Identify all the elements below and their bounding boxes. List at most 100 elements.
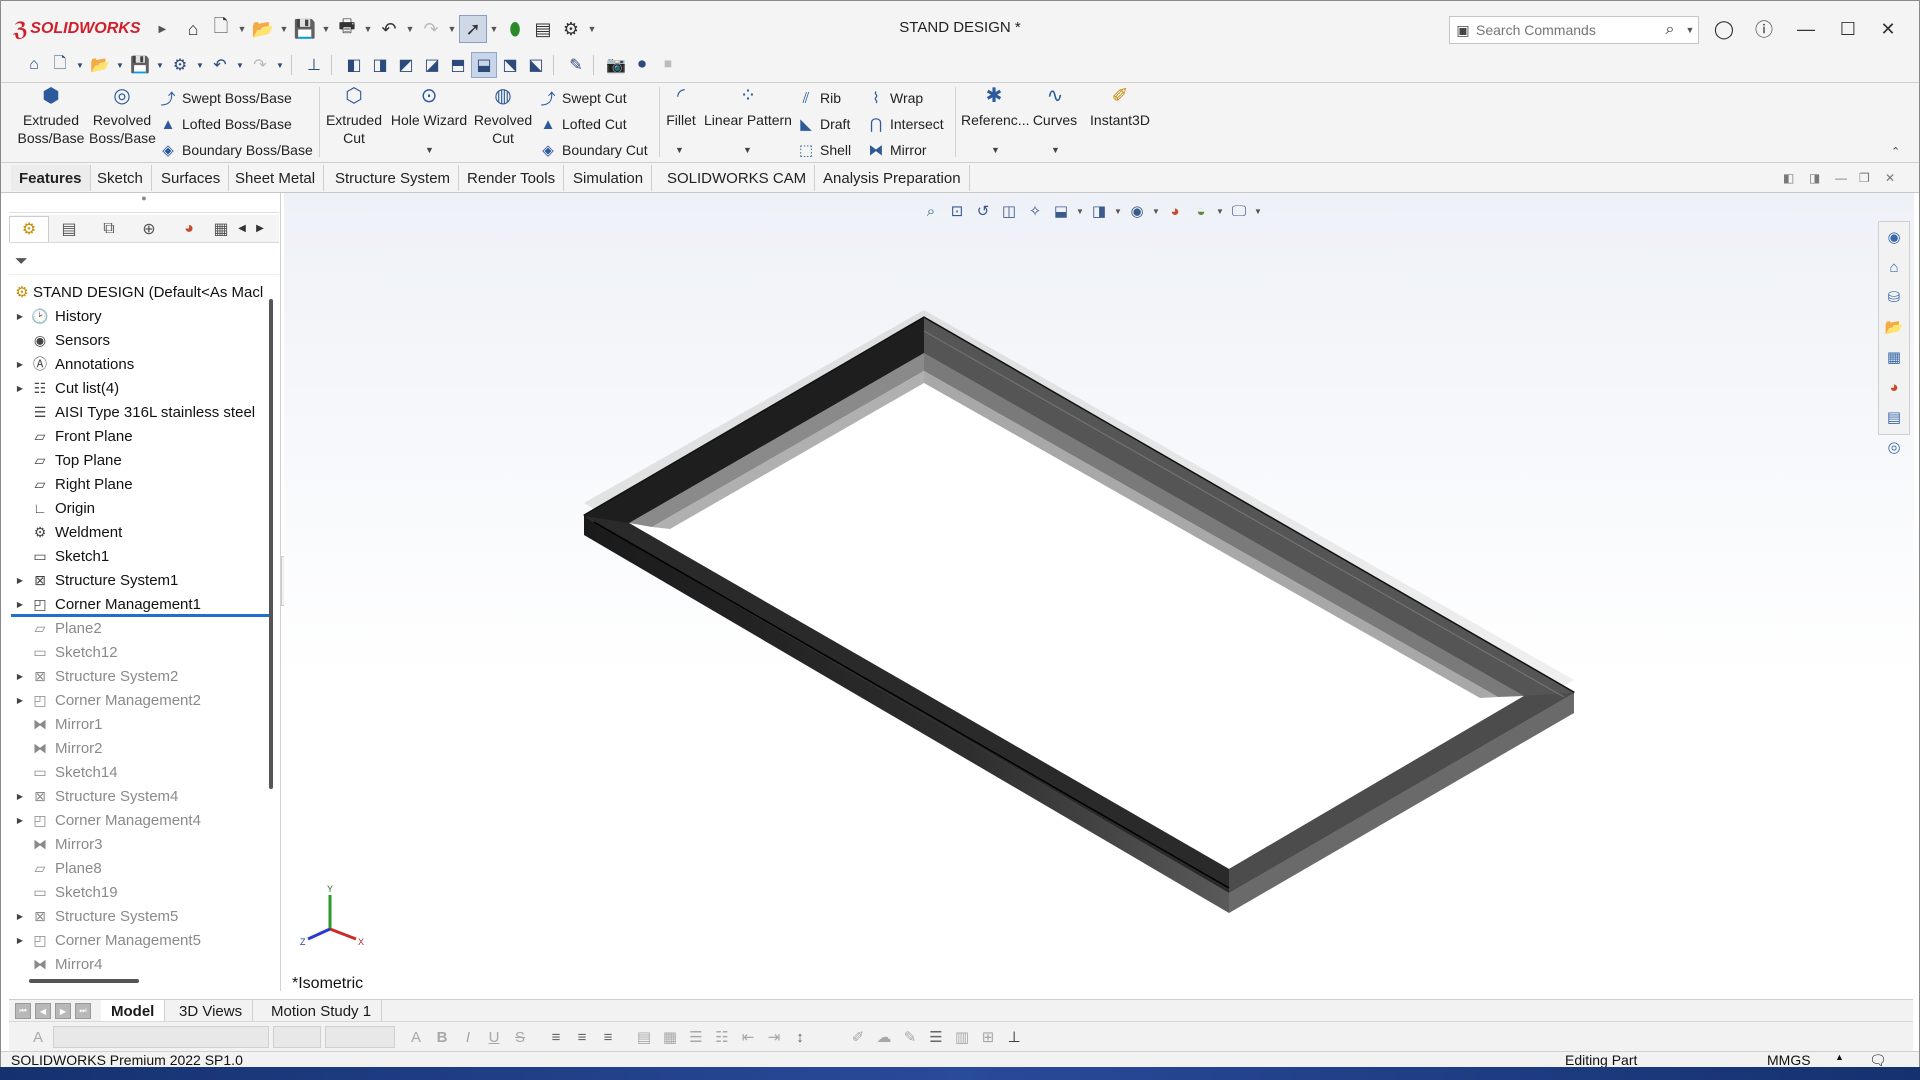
tab-simulation[interactable]: Simulation bbox=[565, 165, 653, 191]
filter-icon[interactable]: ⏷ bbox=[9, 249, 279, 275]
expand-arrow-icon[interactable]: ▶ bbox=[11, 912, 29, 921]
dimxpert-manager-tab-icon[interactable]: ⊕ bbox=[129, 216, 169, 242]
save-icon[interactable]: 💾 bbox=[127, 52, 153, 78]
tab-solidworks-cam[interactable]: SOLIDWORKS CAM bbox=[659, 165, 816, 191]
tab-3d-views[interactable]: 3D Views bbox=[169, 1000, 254, 1022]
font-color-icon[interactable]: A bbox=[405, 1026, 427, 1048]
linear-pattern-button[interactable]: ⁘ Linear Pattern bbox=[703, 86, 793, 129]
tab-motion-study[interactable]: Motion Study 1 bbox=[261, 1000, 383, 1022]
stand-frame-model[interactable] bbox=[284, 193, 1914, 999]
hole-wizard-dropdown-icon[interactable]: ▼ bbox=[425, 145, 434, 155]
smart-dimension-icon[interactable]: ✎ bbox=[563, 52, 589, 78]
expand-arrow-icon[interactable]: ▶ bbox=[11, 312, 29, 321]
tree-item[interactable]: ▶ ⊠ Structure System4 bbox=[11, 784, 267, 808]
tree-horizontal-scrollbar[interactable] bbox=[29, 979, 139, 983]
search-dropdown-icon[interactable]: ▼ bbox=[1682, 25, 1698, 35]
viewport-minimize-icon[interactable]: — bbox=[1835, 171, 1847, 185]
file-properties-icon[interactable]: ▤ bbox=[529, 15, 557, 43]
tree-item[interactable]: ▱ Right Plane bbox=[11, 472, 267, 496]
panel-tab-left-arrow-icon[interactable]: ◀ bbox=[233, 223, 251, 234]
first-tab-icon[interactable]: ⏮ bbox=[15, 1003, 31, 1019]
align-center-icon[interactable]: ≡ bbox=[571, 1026, 593, 1048]
home-icon[interactable]: ⌂ bbox=[179, 15, 207, 43]
record-icon[interactable]: ⏺ bbox=[629, 52, 655, 78]
help-icon[interactable]: ⓘ bbox=[1749, 15, 1779, 43]
new-dropdown-icon[interactable]: ▼ bbox=[235, 15, 249, 43]
revolved-cut-button[interactable]: ◍ Revolved Cut bbox=[473, 86, 533, 147]
undo-dropdown-icon[interactable]: ▼ bbox=[403, 15, 417, 43]
mirror-button[interactable]: ⧓ Mirror bbox=[865, 139, 927, 161]
tree-item[interactable]: ▶ Ⓐ Annotations bbox=[11, 352, 267, 376]
forum-icon[interactable]: ◎ bbox=[1879, 432, 1909, 462]
underline-icon[interactable]: U bbox=[483, 1026, 505, 1048]
boundary-boss-button[interactable]: ◈ Boundary Boss/Base bbox=[157, 139, 313, 161]
redo-dropdown-icon[interactable]: ▼ bbox=[445, 15, 459, 43]
search-icon[interactable]: ⌕ bbox=[1658, 21, 1682, 39]
extruded-boss-button[interactable]: ⬢ Extruded Boss/Base bbox=[17, 86, 85, 147]
panel-tab-right-arrow-icon[interactable]: ▶ bbox=[251, 223, 269, 234]
options-dropdown-icon[interactable]: ▼ bbox=[585, 15, 599, 43]
tree-item[interactable]: ▶ ⊠ Structure System1 bbox=[11, 568, 267, 592]
extruded-cut-button[interactable]: ⬡ Extruded Cut bbox=[323, 86, 385, 147]
tree-root-part[interactable]: ⚙ STAND DESIGN (Default<As Macl bbox=[11, 280, 269, 304]
tree-item[interactable]: ⚙ Weldment bbox=[11, 520, 267, 544]
save-dropdown-icon[interactable]: ▼ bbox=[153, 52, 167, 78]
justify-icon[interactable]: ▤ bbox=[633, 1026, 655, 1048]
tree-item[interactable]: ▶ ◰ Corner Management1 bbox=[11, 592, 273, 617]
cam-manager-tab-icon[interactable]: ▦ bbox=[209, 216, 233, 242]
bullets-icon[interactable]: ☰ bbox=[685, 1026, 707, 1048]
expand-arrow-icon[interactable]: ▶ bbox=[11, 600, 29, 609]
indent-icon[interactable]: ⇥ bbox=[763, 1026, 785, 1048]
scrollbar-thumb[interactable] bbox=[269, 299, 273, 789]
instant3d-button[interactable]: ✐ Instant3D bbox=[1087, 86, 1153, 129]
fillet-dropdown-icon[interactable]: ▼ bbox=[675, 145, 684, 155]
print-dropdown-icon[interactable]: ▼ bbox=[361, 15, 375, 43]
maximize-icon[interactable]: ☐ bbox=[1833, 15, 1863, 43]
wrap-button[interactable]: ⌇ Wrap bbox=[865, 87, 923, 109]
left-view-icon[interactable]: ◩ bbox=[393, 52, 419, 78]
lofted-cut-button[interactable]: ▲ Lofted Cut bbox=[537, 113, 627, 135]
undo-dropdown-icon[interactable]: ▼ bbox=[233, 52, 247, 78]
search-commands-box[interactable]: ▣ ⌕ ▼ bbox=[1449, 16, 1699, 44]
sketch-icon[interactable]: ✐ bbox=[847, 1026, 869, 1048]
outdent-icon[interactable]: ⇤ bbox=[737, 1026, 759, 1048]
print-icon[interactable]: 🖶 bbox=[333, 15, 361, 43]
line-weight-icon[interactable]: ☰ bbox=[925, 1026, 947, 1048]
line-spacing-icon[interactable]: ↕ bbox=[789, 1026, 811, 1048]
minimize-icon[interactable]: — bbox=[1791, 15, 1821, 43]
file-explorer-icon[interactable]: 📂 bbox=[1879, 312, 1909, 342]
tree-item[interactable]: ▶ 🕑 History bbox=[11, 304, 267, 328]
expand-arrow-icon[interactable]: ▶ bbox=[11, 816, 29, 825]
line-spacing-combo[interactable] bbox=[325, 1026, 395, 1048]
pen-icon[interactable]: ✎ bbox=[899, 1026, 921, 1048]
tree-item[interactable]: ⧓ Mirror2 bbox=[11, 736, 267, 760]
search-input[interactable] bbox=[1476, 22, 1658, 38]
feature-manager-tab-icon[interactable]: ⚙ bbox=[9, 215, 49, 242]
previous-tab-icon[interactable]: ◀ bbox=[35, 1003, 51, 1019]
units-dropdown-icon[interactable]: ▲ bbox=[1835, 1052, 1844, 1062]
new-document-icon[interactable]: 🗋 bbox=[47, 52, 73, 78]
design-library-icon[interactable]: ⛁ bbox=[1879, 282, 1909, 312]
panel-grip-icon[interactable]: ● bbox=[9, 193, 279, 213]
expand-arrow-icon[interactable]: ▶ bbox=[11, 360, 29, 369]
tree-item[interactable]: ▭ Sketch12 bbox=[11, 640, 267, 664]
rib-button[interactable]: ⫽ Rib bbox=[795, 87, 841, 109]
camera-icon[interactable]: 📷 bbox=[603, 52, 629, 78]
solidworks-logo[interactable]: ℨ SOLIDWORKS ▶ bbox=[13, 17, 166, 41]
tree-item[interactable]: ∟ Origin bbox=[11, 496, 267, 520]
tab-render-tools[interactable]: Render Tools bbox=[459, 165, 565, 191]
viewport-restore-icon[interactable]: ❐ bbox=[1859, 171, 1870, 185]
tree-item[interactable]: ▱ Front Plane bbox=[11, 424, 267, 448]
save-dropdown-icon[interactable]: ▼ bbox=[319, 15, 333, 43]
shell-button[interactable]: ⬚ Shell bbox=[795, 139, 851, 161]
tree-item[interactable]: ▭ Sketch14 bbox=[11, 760, 267, 784]
undo-icon[interactable]: ↶ bbox=[375, 15, 403, 43]
numbering-icon[interactable]: ☷ bbox=[711, 1026, 733, 1048]
viewport-close-icon[interactable]: ✕ bbox=[1885, 171, 1895, 185]
tree-item[interactable]: ▭ Sketch1 bbox=[11, 544, 267, 568]
normal-to-icon[interactable]: ⊥ bbox=[301, 52, 327, 78]
tree-item[interactable]: ▶ ◰ Corner Management4 bbox=[11, 808, 267, 832]
expand-arrow-icon[interactable]: ▶ bbox=[11, 672, 29, 681]
options-gear-icon[interactable]: ⚙ bbox=[167, 52, 193, 78]
tree-item[interactable]: ▱ Plane8 bbox=[11, 856, 267, 880]
